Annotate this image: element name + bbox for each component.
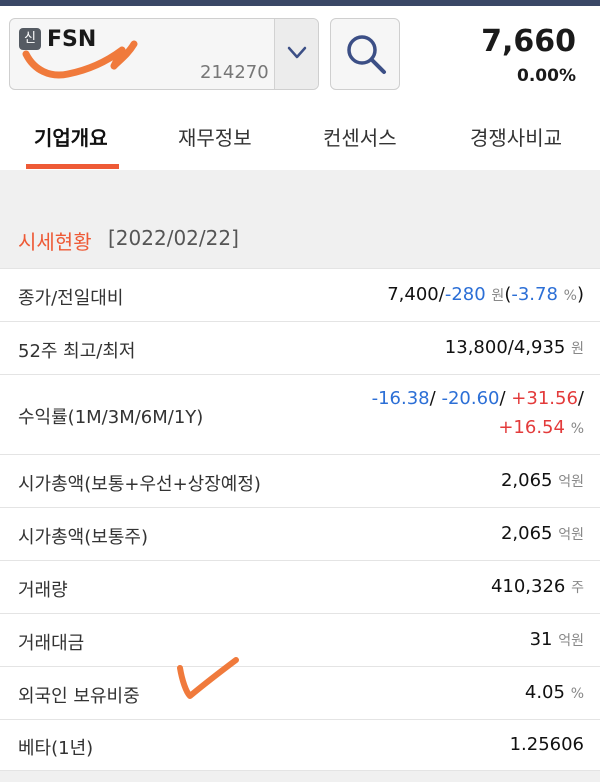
unit: 억원 <box>558 527 584 543</box>
stock-name: FSN <box>47 27 97 52</box>
section-title: 시세현황 <box>18 230 92 254</box>
row-label: 거래량 <box>18 580 68 601</box>
unit: % <box>563 288 577 304</box>
search-icon <box>347 35 386 74</box>
row-value-line2: +16.54 % <box>498 417 584 438</box>
return-6m: +31.56 <box>511 388 578 409</box>
separator: / <box>499 388 506 409</box>
paren-close: ) <box>576 284 584 305</box>
tab-consensus[interactable]: 컨센서스 <box>323 122 397 151</box>
row-trading-amount: 거래대금 31 억원 <box>0 613 600 666</box>
stock-code: 214270 <box>200 62 269 83</box>
row-close-price: 종가/전일대비 7,400/-280 원(-3.78 %) <box>0 268 600 321</box>
close-price: 7,400/ <box>387 284 445 305</box>
row-label: 수익률(1M/3M/6M/1Y) <box>18 407 204 428</box>
separator: / <box>577 388 584 409</box>
row-value: 410,326 주 <box>491 576 584 597</box>
row-value: 13,800/4,935 원 <box>445 337 584 358</box>
foreign-ownership: 4.05 <box>524 682 565 703</box>
search-button[interactable] <box>330 18 400 90</box>
separator: / <box>429 388 436 409</box>
active-tab-indicator <box>26 164 119 169</box>
return-1m: -16.38 <box>371 388 430 409</box>
close-change-pct: -3.78 <box>511 284 558 305</box>
row-value: 31 억원 <box>530 629 584 650</box>
market-cap-common: 2,065 <box>500 523 553 544</box>
unit: 원 <box>571 341 584 357</box>
unit: 억원 <box>558 633 584 649</box>
bottom-divider <box>0 770 600 782</box>
market-cap-all: 2,065 <box>500 470 553 491</box>
row-beta: 베타(1년) 1.25606 <box>0 719 600 770</box>
section-date: [2022/02/22] <box>108 226 239 250</box>
row-market-cap-all: 시가총액(보통+우선+상장예정) 2,065 억원 <box>0 454 600 507</box>
row-value: -16.38/ -20.60/ +31.56/ <box>372 388 584 409</box>
row-value: 4.05 % <box>525 682 584 703</box>
trading-amount: 31 <box>529 629 553 650</box>
row-label: 베타(1년) <box>18 738 94 759</box>
tab-financial-info[interactable]: 재무정보 <box>178 122 252 151</box>
tab-bar: 기업개요 재무정보 컨센서스 경쟁사비교 <box>0 104 600 170</box>
price-change-percent: 0.00% <box>517 66 576 86</box>
unit: % <box>570 686 584 702</box>
row-label: 종가/전일대비 <box>18 288 124 309</box>
unit: 원 <box>491 288 505 304</box>
row-52week: 52주 최고/최저 13,800/4,935 원 <box>0 321 600 374</box>
row-foreign-ownership: 외국인 보유비중 4.05 % <box>0 666 600 719</box>
row-label: 거래대금 <box>18 633 85 654</box>
tab-company-overview[interactable]: 기업개요 <box>34 122 108 151</box>
row-label: 외국인 보유비중 <box>18 686 140 707</box>
row-label: 시가총액(보통+우선+상장예정) <box>18 474 261 495</box>
row-value: 1.25606 <box>510 734 584 755</box>
unit: 주 <box>571 580 584 596</box>
top-status-strip <box>0 0 600 6</box>
row-label: 52주 최고/최저 <box>18 341 136 362</box>
return-1y: +16.54 <box>498 417 565 438</box>
row-returns: 수익률(1M/3M/6M/1Y) -16.38/ -20.60/ +31.56/… <box>0 374 600 454</box>
tab-peer-comparison[interactable]: 경쟁사비교 <box>470 122 562 151</box>
unit: % <box>570 421 584 437</box>
trading-volume: 410,326 <box>490 576 566 597</box>
current-price: 7,660 <box>481 24 576 59</box>
row-value: 2,065 억원 <box>501 523 584 544</box>
row-market-cap-common: 시가총액(보통주) 2,065 억원 <box>0 507 600 560</box>
chevron-down-icon <box>287 46 307 59</box>
row-label: 시가총액(보통주) <box>18 527 148 548</box>
stock-dropdown-button[interactable] <box>274 19 318 89</box>
close-diff: -280 <box>444 284 486 305</box>
row-value: 7,400/-280 원(-3.78 %) <box>387 284 584 305</box>
credit-badge: 신 <box>19 28 41 50</box>
row-volume: 거래량 410,326 주 <box>0 560 600 613</box>
row-value: 2,065 억원 <box>501 470 584 491</box>
return-3m: -20.60 <box>441 388 500 409</box>
unit: 억원 <box>558 474 584 490</box>
beta-value: 1.25606 <box>509 734 584 755</box>
52week-high-low: 13,800/4,935 <box>444 337 566 358</box>
